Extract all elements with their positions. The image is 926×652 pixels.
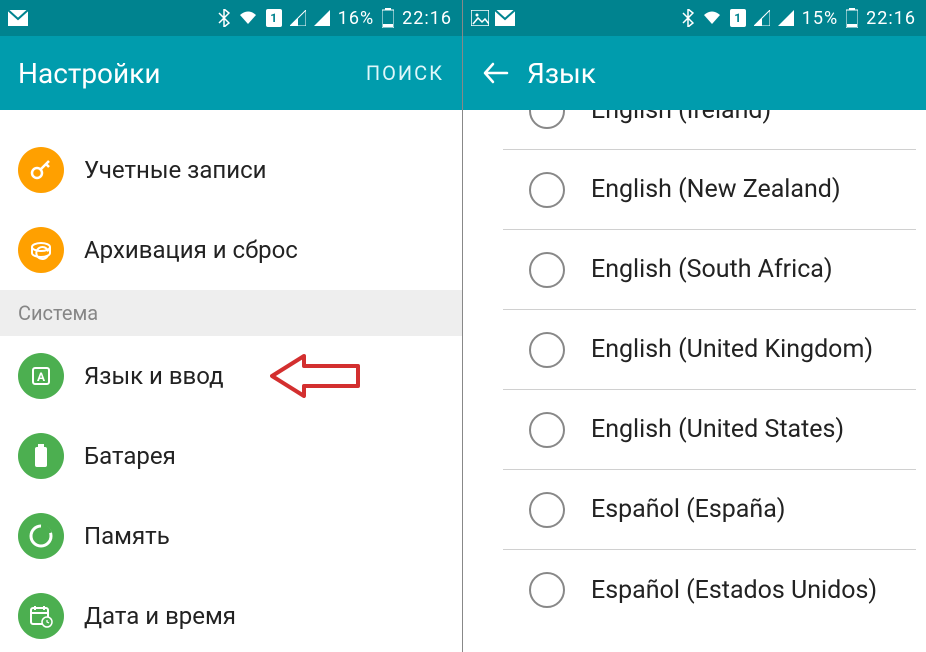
radio-unchecked-icon[interactable] bbox=[529, 412, 565, 448]
app-bar: Настройки ПОИСК bbox=[0, 36, 462, 110]
language-option[interactable]: English (South Africa) bbox=[503, 230, 916, 310]
settings-item-label: Язык и ввод bbox=[84, 362, 224, 390]
battery-full-icon bbox=[18, 433, 64, 479]
settings-item-language-input[interactable]: A Язык и ввод bbox=[0, 336, 462, 416]
language-list[interactable]: English (Ireland) English (New Zealand) … bbox=[463, 110, 926, 652]
settings-item-backup-reset[interactable]: Архивация и сброс bbox=[0, 210, 462, 290]
gmail-icon bbox=[495, 10, 515, 26]
battery-percent: 16% bbox=[338, 8, 374, 29]
section-header-system: Система bbox=[0, 290, 462, 336]
battery-icon bbox=[382, 8, 394, 28]
language-label: English (New Zealand) bbox=[591, 175, 841, 204]
language-a-icon: A bbox=[18, 353, 64, 399]
reset-icon bbox=[18, 227, 64, 273]
radio-unchecked-icon[interactable] bbox=[529, 332, 565, 368]
settings-item-label: Учетные записи bbox=[84, 156, 267, 184]
status-bar: 1 15% 22:16 bbox=[463, 0, 926, 36]
signal-1-icon bbox=[754, 10, 770, 26]
clock: 22:16 bbox=[402, 8, 452, 29]
status-bar: 1 16% 22:16 bbox=[0, 0, 462, 36]
language-label: Español (Estados Unidos) bbox=[591, 576, 877, 605]
language-label: English (Ireland) bbox=[591, 110, 771, 125]
settings-item-accounts[interactable]: Учетные записи bbox=[0, 130, 462, 210]
page-title: Язык bbox=[527, 57, 908, 90]
settings-screen: 1 16% 22:16 Настройки ПОИСК Учетные запи… bbox=[0, 0, 463, 652]
arrow-left-annotation bbox=[270, 354, 360, 398]
settings-list: Учетные записи Архивация и сброс Система… bbox=[0, 110, 462, 652]
language-label: English (United States) bbox=[591, 415, 844, 444]
radio-unchecked-icon[interactable] bbox=[529, 252, 565, 288]
storage-icon bbox=[18, 513, 64, 559]
signal-2-icon bbox=[778, 10, 794, 26]
settings-item-label: Дата и время bbox=[84, 602, 236, 630]
radio-unchecked-icon[interactable] bbox=[529, 172, 565, 208]
page-title: Настройки bbox=[18, 57, 366, 90]
radio-unchecked-icon[interactable] bbox=[529, 492, 565, 528]
svg-text:A: A bbox=[37, 370, 46, 384]
language-label: English (United Kingdom) bbox=[591, 335, 873, 364]
bluetooth-icon bbox=[218, 9, 230, 27]
back-button[interactable] bbox=[481, 59, 509, 87]
language-option[interactable]: English (United States) bbox=[503, 390, 916, 470]
search-action[interactable]: ПОИСК bbox=[366, 61, 444, 85]
language-option[interactable]: Español (Estados Unidos) bbox=[503, 550, 916, 630]
key-icon bbox=[18, 147, 64, 193]
bluetooth-icon bbox=[682, 9, 694, 27]
radio-unchecked-icon[interactable] bbox=[529, 572, 565, 608]
settings-item-storage[interactable]: Память bbox=[0, 496, 462, 576]
language-label: Español (España) bbox=[591, 495, 786, 524]
language-option[interactable]: English (New Zealand) bbox=[503, 150, 916, 230]
language-label: English (South Africa) bbox=[591, 255, 833, 284]
language-screen: 1 15% 22:16 Язык English (Ireland) Engli… bbox=[463, 0, 926, 652]
app-bar: Язык bbox=[463, 36, 926, 110]
wifi-icon bbox=[238, 10, 258, 26]
signal-2-icon bbox=[314, 10, 330, 26]
image-notif-icon bbox=[471, 10, 489, 26]
settings-item-battery[interactable]: Батарея bbox=[0, 416, 462, 496]
battery-percent: 15% bbox=[802, 8, 838, 29]
clock: 22:16 bbox=[866, 8, 916, 29]
signal-1-icon bbox=[290, 10, 306, 26]
language-option[interactable]: English (Ireland) bbox=[503, 110, 916, 150]
radio-unchecked-icon[interactable] bbox=[529, 110, 565, 129]
settings-item-date-time[interactable]: Дата и время bbox=[0, 576, 462, 652]
gmail-icon bbox=[8, 10, 28, 26]
settings-item-label: Архивация и сброс bbox=[84, 236, 298, 264]
language-option[interactable]: English (United Kingdom) bbox=[503, 310, 916, 390]
calendar-clock-icon bbox=[18, 593, 64, 639]
sim-icon: 1 bbox=[730, 9, 746, 27]
wifi-icon bbox=[702, 10, 722, 26]
sim-icon: 1 bbox=[266, 9, 282, 27]
settings-item-label: Батарея bbox=[84, 442, 176, 470]
battery-icon bbox=[846, 8, 858, 28]
settings-item-label: Память bbox=[84, 522, 170, 550]
language-option[interactable]: Español (España) bbox=[503, 470, 916, 550]
